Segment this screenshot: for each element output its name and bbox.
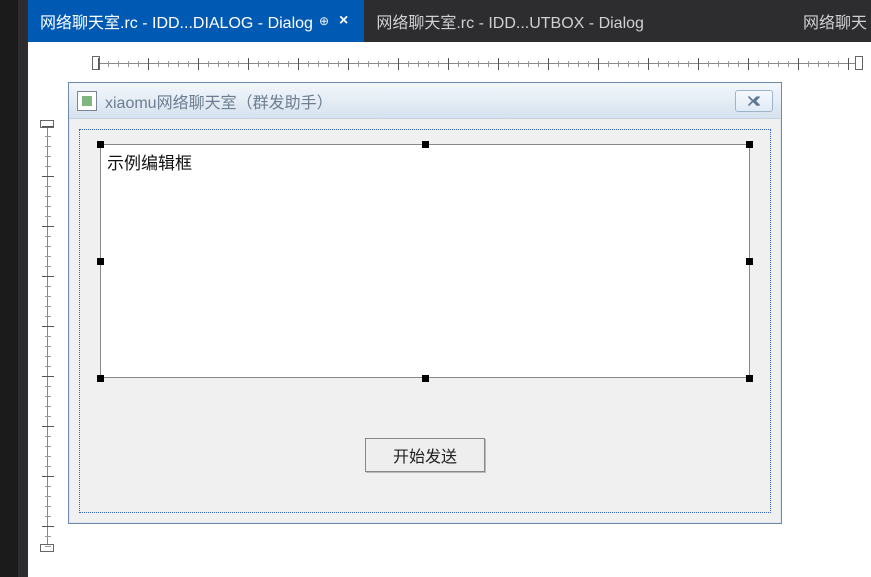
selection-handle-s[interactable] [422, 375, 429, 382]
dialog-preview-frame[interactable]: xiaomu网络聊天室（群发助手） 示例编辑框 开始发送 [68, 82, 782, 524]
tab-dialog-active[interactable]: 网络聊天室.rc - IDD...DIALOG - Dialog ⊕ × [28, 0, 364, 42]
tab-label: 网络聊天 [803, 9, 867, 33]
close-icon [746, 95, 762, 107]
vertical-ruler[interactable] [40, 126, 56, 546]
dialog-app-icon [77, 91, 97, 111]
selection-handle-n[interactable] [422, 141, 429, 148]
left-mid-gutter [18, 0, 28, 577]
dialog-client-area[interactable]: 示例编辑框 开始发送 [79, 129, 771, 513]
selection-handle-w[interactable] [97, 258, 104, 265]
left-dark-gutter [0, 0, 18, 577]
tab-label: 网络聊天室.rc - IDD...UTBOX - Dialog [376, 9, 644, 33]
dialog-editor-canvas[interactable]: xiaomu网络聊天室（群发助手） 示例编辑框 开始发送 [28, 42, 871, 577]
edit-control-text: 示例编辑框 [107, 154, 192, 173]
ruler-right-marker-icon[interactable] [855, 56, 863, 70]
dialog-titlebar[interactable]: xiaomu网络聊天室（群发助手） [69, 83, 781, 119]
dialog-close-button[interactable] [735, 90, 773, 112]
tab-label: 网络聊天室.rc - IDD...DIALOG - Dialog [40, 9, 313, 33]
tab-overflow[interactable]: 网络聊天 [791, 0, 871, 42]
selection-handle-e[interactable] [746, 258, 753, 265]
tab-dialog-inactive[interactable]: 网络聊天室.rc - IDD...UTBOX - Dialog [364, 0, 656, 42]
start-send-button[interactable]: 开始发送 [365, 438, 485, 472]
tab-close-icon[interactable]: × [335, 10, 352, 32]
pin-icon[interactable]: ⊕ [319, 14, 329, 28]
selection-handle-nw[interactable] [97, 141, 104, 148]
selection-handle-ne[interactable] [746, 141, 753, 148]
dialog-title-text: xiaomu网络聊天室（群发助手） [105, 89, 333, 113]
selection-handle-se[interactable] [746, 375, 753, 382]
selection-handle-sw[interactable] [97, 375, 104, 382]
example-edit-control[interactable]: 示例编辑框 [100, 144, 750, 378]
horizontal-ruler[interactable] [98, 56, 857, 72]
document-tab-bar: 网络聊天室.rc - IDD...DIALOG - Dialog ⊕ × 网络聊… [28, 0, 871, 42]
